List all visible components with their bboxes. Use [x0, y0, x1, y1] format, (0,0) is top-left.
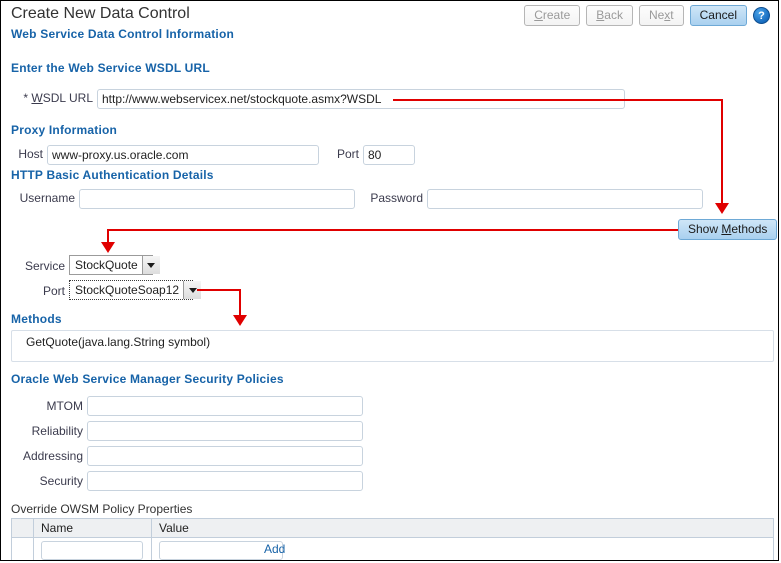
chevron-down-icon[interactable] — [183, 281, 202, 299]
proxy-port-label: Port — [336, 147, 359, 161]
cell-name — [34, 538, 152, 560]
methods-listbox[interactable]: GetQuote(java.lang.String symbol) — [11, 330, 774, 362]
help-icon[interactable]: ? — [753, 7, 770, 24]
annotation-3-vertical — [239, 289, 241, 317]
cell-value — [152, 538, 773, 560]
create-button[interactable]: Create — [524, 5, 581, 26]
back-button[interactable]: Back — [586, 5, 633, 26]
proxy-host-label: Host — [18, 147, 43, 161]
dialog-button-bar: Create Back Next Cancel ? — [524, 5, 770, 26]
row-select-cell[interactable] — [12, 538, 34, 560]
annotation-2-arrowhead — [101, 242, 115, 253]
proxy-port-input[interactable] — [363, 145, 415, 165]
security-input[interactable] — [87, 471, 363, 491]
port-dropdown-value: StockQuoteSoap12 — [75, 283, 180, 297]
column-header-value: Value — [159, 520, 189, 535]
port-dropdown[interactable]: StockQuoteSoap12 — [69, 280, 202, 300]
addressing-label: Addressing — [22, 449, 83, 463]
row-select-column-header — [12, 519, 34, 537]
annotation-2-vertical — [107, 229, 109, 244]
create-data-control-dialog: Create New Data Control Web Service Data… — [0, 0, 779, 561]
required-marker: * — [23, 91, 29, 105]
table-header-row: Name Value — [12, 519, 773, 538]
column-header-name: Name — [34, 519, 152, 537]
table-row — [12, 538, 773, 560]
username-input[interactable] — [79, 189, 355, 209]
annotation-3-arrowhead — [233, 315, 247, 326]
owsm-section-heading: Oracle Web Service Manager Security Poli… — [11, 372, 284, 386]
addressing-input[interactable] — [87, 446, 363, 466]
reliability-input[interactable] — [87, 421, 363, 441]
page-subtitle: Web Service Data Control Information — [11, 27, 235, 41]
override-properties-table: Name Value — [11, 518, 774, 560]
wsdl-url-input[interactable] — [97, 89, 625, 109]
password-label: Password — [370, 191, 423, 205]
property-name-input[interactable] — [41, 541, 143, 560]
annotation-2-horizontal — [107, 229, 678, 231]
override-section-heading: Override OWSM Policy Properties — [11, 502, 193, 516]
service-dropdown[interactable]: StockQuote — [69, 255, 160, 275]
page-title: Create New Data Control — [11, 5, 190, 22]
chevron-down-icon[interactable] — [141, 256, 160, 274]
annotation-1-arrowhead — [715, 203, 729, 214]
show-methods-button[interactable]: Show Methods — [678, 219, 778, 240]
wsdl-section-heading: Enter the Web Service WSDL URL — [11, 61, 210, 75]
annotation-1-vertical — [721, 99, 723, 204]
cancel-button[interactable]: Cancel — [689, 5, 747, 26]
service-label: Service — [24, 259, 65, 273]
next-button[interactable]: Next — [638, 5, 684, 26]
mtom-input[interactable] — [87, 396, 363, 416]
password-input[interactable] — [427, 189, 703, 209]
wsdl-url-label: * WSDL URL — [23, 91, 93, 105]
annotation-3-horizontal — [197, 289, 241, 291]
service-dropdown-value: StockQuote — [75, 258, 138, 272]
methods-section-heading: Methods — [11, 312, 62, 326]
mtom-label: MTOM — [46, 399, 83, 413]
port-label: Port — [42, 284, 65, 298]
proxy-section-heading: Proxy Information — [11, 123, 118, 137]
list-item[interactable]: GetQuote(java.lang.String symbol) — [12, 331, 773, 349]
security-label: Security — [39, 474, 83, 488]
username-label: Username — [19, 191, 75, 205]
auth-section-heading: HTTP Basic Authentication Details — [11, 168, 214, 182]
reliability-label: Reliability — [31, 424, 83, 438]
add-property-link[interactable]: Add — [264, 542, 285, 556]
proxy-host-input[interactable] — [47, 145, 319, 165]
